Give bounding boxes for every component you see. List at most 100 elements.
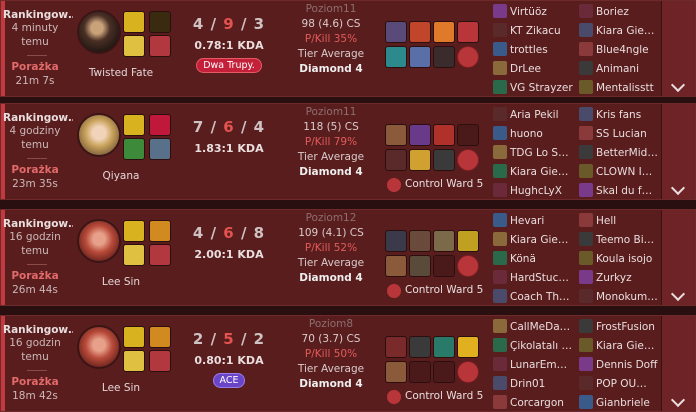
item-slot-icon[interactable] bbox=[385, 255, 407, 277]
participant-link[interactable]: Kiara Gie… bbox=[493, 164, 577, 178]
rune-icon[interactable] bbox=[123, 138, 145, 160]
summoner-spell-icon[interactable] bbox=[149, 220, 171, 242]
participant-link[interactable]: Kiara Gie… bbox=[579, 23, 663, 37]
participant-link[interactable]: VG Strayzer bbox=[493, 80, 577, 94]
item-slot-icon[interactable] bbox=[433, 124, 455, 146]
match-card[interactable]: Rankingow… 16 godzin temu Porażka 26m 44s Le… bbox=[0, 209, 696, 306]
participant-link[interactable]: FrostFusion bbox=[579, 319, 663, 333]
rune-icon[interactable] bbox=[123, 244, 145, 266]
item-slot-icon[interactable] bbox=[433, 336, 455, 358]
item-slot-icon[interactable] bbox=[409, 124, 431, 146]
participant-link[interactable]: Koula isojo bbox=[579, 251, 663, 265]
summoner-spell-icon[interactable] bbox=[123, 220, 145, 242]
participant-link[interactable]: Kris fans bbox=[579, 107, 663, 121]
participant-link[interactable]: Virtüöz bbox=[493, 4, 577, 18]
champion-portrait-icon[interactable] bbox=[77, 325, 121, 369]
participant-link[interactable]: Corcargon bbox=[493, 395, 577, 409]
rune-icon[interactable] bbox=[123, 35, 145, 57]
item-slot-icon[interactable] bbox=[457, 230, 479, 252]
participant-link[interactable]: Çikolatalı … bbox=[493, 338, 577, 352]
participant-link[interactable]: HardStuc… bbox=[493, 270, 577, 284]
participant-link[interactable]: Animani bbox=[579, 61, 663, 75]
item-slot-icon[interactable] bbox=[385, 149, 407, 171]
participant-link[interactable]: Hevari bbox=[493, 213, 577, 227]
rune-icon[interactable] bbox=[149, 244, 171, 266]
expand-button[interactable] bbox=[661, 1, 695, 96]
champion-portrait-icon[interactable] bbox=[77, 219, 121, 263]
participant-link[interactable]: Skal du f… bbox=[579, 183, 663, 197]
participant-link[interactable]: POP OU… bbox=[579, 376, 663, 390]
item-slot-icon[interactable] bbox=[385, 361, 407, 383]
participant-link[interactable]: TDG Lo S… bbox=[493, 145, 577, 159]
item-slot-icon[interactable] bbox=[409, 21, 431, 43]
summoner-spell-icon[interactable] bbox=[149, 114, 171, 136]
participant-link[interactable]: Könä bbox=[493, 251, 577, 265]
item-slot-icon[interactable] bbox=[409, 149, 431, 171]
rune-icon[interactable] bbox=[149, 350, 171, 372]
rune-icon[interactable] bbox=[123, 350, 145, 372]
expand-button[interactable] bbox=[661, 316, 695, 411]
summoner-spell-icon[interactable] bbox=[123, 11, 145, 33]
trinket-ward-icon[interactable] bbox=[457, 255, 479, 277]
participant-link[interactable]: HughcLyX bbox=[493, 183, 577, 197]
item-slot-icon[interactable] bbox=[433, 230, 455, 252]
participant-link[interactable]: CallMeDa… bbox=[493, 319, 577, 333]
match-card[interactable]: Rankingow… 16 godzin temu Porażka 18m 42s Le… bbox=[0, 315, 696, 412]
item-slot-icon[interactable] bbox=[433, 361, 455, 383]
item-slot-icon[interactable] bbox=[457, 336, 479, 358]
match-card[interactable]: Rankingow… 4 godziny temu Porażka 23m 35s Qi… bbox=[0, 103, 696, 200]
expand-button[interactable] bbox=[661, 104, 695, 199]
summoner-spell-icon[interactable] bbox=[123, 326, 145, 348]
item-slot-icon[interactable] bbox=[385, 336, 407, 358]
participant-link[interactable]: Blue4ngle bbox=[579, 42, 663, 56]
summoner-spell-icon[interactable] bbox=[123, 114, 145, 136]
participant-link[interactable]: Kiara Gie… bbox=[579, 338, 663, 352]
participant-link[interactable]: KT Zikacu bbox=[493, 23, 577, 37]
item-slot-icon[interactable] bbox=[433, 255, 455, 277]
trinket-ward-icon[interactable] bbox=[457, 46, 479, 68]
participant-link[interactable]: Gianbriele bbox=[579, 395, 663, 409]
participant-link[interactable]: LunarEm… bbox=[493, 357, 577, 371]
rune-icon[interactable] bbox=[149, 138, 171, 160]
item-slot-icon[interactable] bbox=[385, 46, 407, 68]
participant-link[interactable]: CLOWN I… bbox=[579, 164, 663, 178]
rune-icon[interactable] bbox=[149, 35, 171, 57]
item-slot-icon[interactable] bbox=[409, 255, 431, 277]
participant-link[interactable]: Aria Pekil bbox=[493, 107, 577, 121]
item-slot-icon[interactable] bbox=[457, 124, 479, 146]
participant-link[interactable]: Monokum… bbox=[579, 289, 663, 303]
item-slot-icon[interactable] bbox=[409, 336, 431, 358]
item-slot-icon[interactable] bbox=[385, 21, 407, 43]
participant-link[interactable]: Hell bbox=[579, 213, 663, 227]
summoner-spell-icon[interactable] bbox=[149, 326, 171, 348]
participant-link[interactable]: Kiara Gie… bbox=[493, 232, 577, 246]
champion-portrait-icon[interactable] bbox=[77, 10, 121, 54]
item-slot-icon[interactable] bbox=[457, 21, 479, 43]
item-slot-icon[interactable] bbox=[385, 230, 407, 252]
match-card[interactable]: Rankingow… 4 minuty temu Porażka 21m 7s Twis… bbox=[0, 0, 696, 97]
summoner-spell-icon[interactable] bbox=[149, 11, 171, 33]
participant-link[interactable]: Mentalisstt bbox=[579, 80, 663, 94]
item-slot-icon[interactable] bbox=[409, 46, 431, 68]
participant-link[interactable]: BetterMid… bbox=[579, 145, 663, 159]
participant-link[interactable]: DrLee bbox=[493, 61, 577, 75]
trinket-ward-icon[interactable] bbox=[457, 361, 479, 383]
item-slot-icon[interactable] bbox=[385, 124, 407, 146]
participant-link[interactable]: trottles bbox=[493, 42, 577, 56]
participant-link[interactable]: Coach Th… bbox=[493, 289, 577, 303]
participant-link[interactable]: Drin01 bbox=[493, 376, 577, 390]
item-slot-icon[interactable] bbox=[433, 149, 455, 171]
participant-link[interactable]: huono bbox=[493, 126, 577, 140]
participant-link[interactable]: Dennis Doff bbox=[579, 357, 663, 371]
item-slot-icon[interactable] bbox=[409, 230, 431, 252]
expand-button[interactable] bbox=[661, 210, 695, 305]
participant-link[interactable]: SS Lucian bbox=[579, 126, 663, 140]
trinket-ward-icon[interactable] bbox=[457, 149, 479, 171]
participant-link[interactable]: Teemo Bi… bbox=[579, 232, 663, 246]
item-slot-icon[interactable] bbox=[433, 21, 455, 43]
participant-link[interactable]: Boriez bbox=[579, 4, 663, 18]
champion-portrait-icon[interactable] bbox=[77, 113, 121, 157]
item-slot-icon[interactable] bbox=[409, 361, 431, 383]
item-slot-icon[interactable] bbox=[433, 46, 455, 68]
participant-link[interactable]: Zurkyz bbox=[579, 270, 663, 284]
